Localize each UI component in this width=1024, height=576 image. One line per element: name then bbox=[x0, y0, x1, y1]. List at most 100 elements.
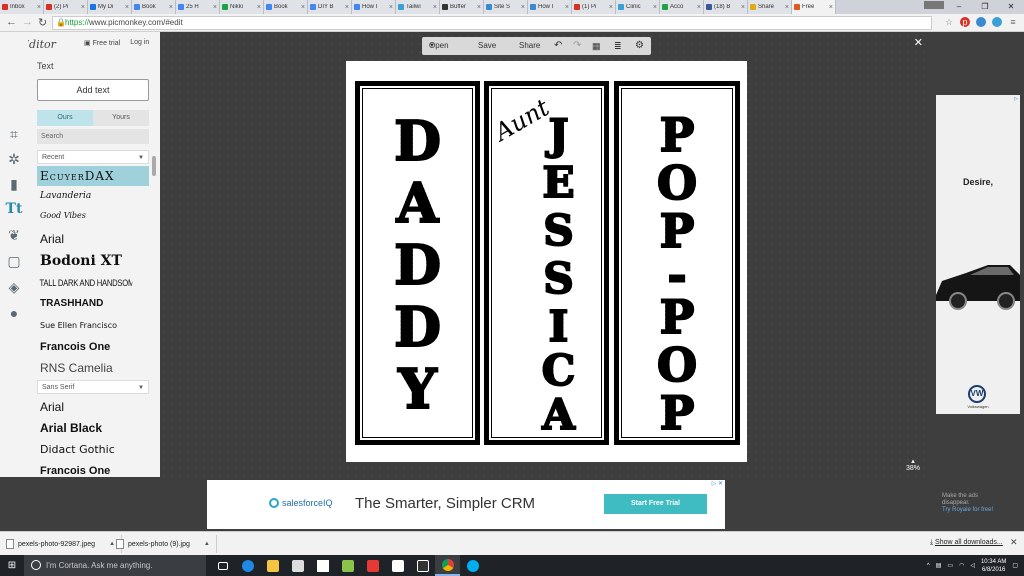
menu-icon[interactable]: ≡ bbox=[1008, 17, 1018, 27]
browser-tab[interactable]: How I × bbox=[528, 0, 572, 14]
chevron-up-icon[interactable]: ▲ bbox=[109, 541, 115, 547]
browser-tab[interactable]: Acco × bbox=[660, 0, 704, 14]
ad-choices-icon[interactable]: ▷ ✕ bbox=[712, 480, 723, 487]
wifi-icon[interactable]: ◠ bbox=[959, 562, 964, 569]
banner-pop-pop[interactable]: P O P - P O P bbox=[614, 81, 740, 445]
tab-close-icon[interactable]: × bbox=[829, 4, 833, 11]
lipstick-icon[interactable]: ▮ bbox=[5, 175, 23, 193]
sans-serif-category-select[interactable]: Sans Serif ▼ bbox=[37, 380, 149, 394]
font-item-ecuyerdax[interactable]: EcuyerDAX bbox=[37, 166, 149, 186]
windows-start-icon[interactable]: ⊞ bbox=[0, 555, 24, 576]
amazon-icon[interactable] bbox=[410, 555, 435, 576]
tab-ours[interactable]: Ours bbox=[37, 110, 93, 126]
font-item-bodoni[interactable]: Bodoni XT bbox=[37, 250, 149, 270]
tab-close-icon[interactable]: × bbox=[521, 4, 525, 11]
apple-icon[interactable]: ● bbox=[5, 304, 23, 322]
maximize-button[interactable]: ❐ bbox=[972, 0, 998, 14]
tab-close-icon[interactable]: × bbox=[741, 4, 745, 11]
tab-close-icon[interactable]: × bbox=[301, 4, 305, 11]
recent-category-select[interactable]: Recent ▼ bbox=[37, 150, 149, 164]
browser-tab[interactable]: Clinic × bbox=[616, 0, 660, 14]
file-explorer-icon[interactable] bbox=[260, 555, 285, 576]
skype-icon[interactable] bbox=[460, 555, 485, 576]
browser-tab[interactable]: Tailwi × bbox=[396, 0, 440, 14]
browser-tab[interactable]: (2) Pi × bbox=[44, 0, 88, 14]
banner-daddy[interactable]: D A D D Y bbox=[355, 81, 480, 445]
font-item-lavanderia[interactable]: Lavanderia bbox=[37, 187, 149, 207]
browser-tab[interactable]: Free × bbox=[792, 0, 836, 14]
browser-tab[interactable]: How I × bbox=[352, 0, 396, 14]
download-item[interactable]: pexels-photo-92987.jpeg ▲ bbox=[6, 535, 123, 553]
clock[interactable]: 10:34 AM 6/8/2016 bbox=[981, 558, 1006, 574]
crop-icon[interactable]: ⌗ bbox=[5, 125, 23, 143]
browser-tab[interactable]: (1) Pi × bbox=[572, 0, 616, 14]
font-item-didact-gothic[interactable]: Didact Gothic bbox=[37, 440, 149, 460]
forward-arrow-icon[interactable]: → bbox=[22, 16, 33, 28]
tab-close-icon[interactable]: × bbox=[81, 4, 85, 11]
show-all-downloads-link[interactable]: ⤓ Show all downloads... bbox=[930, 539, 1003, 547]
tab-close-icon[interactable]: × bbox=[433, 4, 437, 11]
browser-tab[interactable]: Share × bbox=[748, 0, 792, 14]
font-item-arial-black[interactable]: Arial Black bbox=[37, 418, 149, 438]
url-field[interactable]: 🔒 https://www.picmonkey.com/#edit bbox=[52, 16, 932, 30]
task-view-icon[interactable] bbox=[210, 555, 235, 576]
extension-icon[interactable] bbox=[976, 17, 986, 27]
tab-close-icon[interactable]: × bbox=[565, 4, 569, 11]
salesforce-ad[interactable]: ▷ ✕ salesforceIQ The Smarter, Simpler CR… bbox=[207, 480, 725, 529]
banner-jessica[interactable]: Aunt J E S S I C A bbox=[484, 81, 609, 445]
tab-close-icon[interactable]: × bbox=[125, 4, 129, 11]
browser-tab[interactable]: Book × bbox=[264, 0, 308, 14]
browser-tab[interactable]: (18) B × bbox=[704, 0, 748, 14]
redo-icon[interactable]: ↷ bbox=[573, 37, 581, 55]
undo-icon[interactable]: ↶ bbox=[554, 37, 562, 55]
cortana-search-box[interactable]: I'm Cortana. Ask me anything. bbox=[24, 555, 206, 576]
tab-close-icon[interactable]: × bbox=[653, 4, 657, 11]
font-list-scrollbar[interactable] bbox=[151, 152, 157, 472]
pinterest-icon[interactable]: p bbox=[960, 17, 970, 27]
word-icon[interactable] bbox=[335, 555, 360, 576]
tab-close-icon[interactable]: × bbox=[345, 4, 349, 11]
tab-yours[interactable]: Yours bbox=[93, 110, 149, 126]
tab-close-icon[interactable]: × bbox=[697, 4, 701, 11]
volkswagen-ad[interactable]: ▷ Desire, VW Volkswagen bbox=[936, 95, 1020, 414]
start-free-trial-button[interactable]: Start Free Trial bbox=[604, 494, 707, 514]
chrome-icon[interactable] bbox=[435, 555, 460, 576]
texture-icon[interactable]: ◈ bbox=[5, 278, 23, 296]
add-text-button[interactable]: Add text bbox=[37, 79, 149, 101]
tab-close-icon[interactable]: × bbox=[609, 4, 613, 11]
magic-wand-icon[interactable]: ✲ bbox=[5, 150, 23, 168]
network-icon[interactable]: ▤ bbox=[936, 562, 942, 569]
user-badge[interactable] bbox=[924, 1, 944, 9]
font-item-tall-dark[interactable]: Tall Dark and Handsome bbox=[37, 274, 133, 294]
tab-close-icon[interactable]: × bbox=[169, 4, 173, 11]
tab-close-icon[interactable]: × bbox=[37, 4, 41, 11]
ad-choices-icon[interactable]: ▷ bbox=[1014, 96, 1018, 102]
font-item-francois[interactable]: Francois One bbox=[37, 337, 149, 357]
browser-tab[interactable]: DIY B × bbox=[308, 0, 352, 14]
battery-icon[interactable]: ▭ bbox=[947, 562, 953, 569]
edge-icon[interactable] bbox=[235, 555, 260, 576]
font-item-trashhand[interactable]: Trashhand bbox=[37, 295, 149, 315]
font-item-arial[interactable]: Arial bbox=[37, 229, 149, 249]
browser-tab[interactable]: Buffer × bbox=[440, 0, 484, 14]
close-editor-icon[interactable]: ✕ bbox=[914, 36, 923, 49]
image-size-icon[interactable]: ▦ bbox=[592, 37, 601, 55]
browser-tab[interactable]: Site S × bbox=[484, 0, 528, 14]
volume-icon[interactable]: ◁ bbox=[970, 562, 975, 569]
save-button[interactable]: Save bbox=[478, 37, 496, 55]
font-search-input[interactable]: Search bbox=[37, 129, 149, 144]
chevron-up-icon[interactable]: ▲ bbox=[204, 541, 210, 547]
tab-close-icon[interactable]: × bbox=[257, 4, 261, 11]
frame-icon[interactable]: ▢ bbox=[5, 252, 23, 270]
browser-tab[interactable]: Inbox × bbox=[0, 0, 44, 14]
layers-icon[interactable]: ≣ bbox=[614, 37, 622, 55]
tab-close-icon[interactable]: × bbox=[213, 4, 217, 11]
font-item-good-vibes[interactable]: Good Vibes bbox=[37, 207, 149, 227]
butterfly-icon[interactable]: ❦ bbox=[5, 226, 23, 244]
share-button[interactable]: Share bbox=[519, 37, 540, 55]
minimize-button[interactable]: – bbox=[946, 0, 972, 14]
star-icon[interactable]: ☆ bbox=[944, 17, 954, 27]
store-icon[interactable] bbox=[285, 555, 310, 576]
zoom-indicator[interactable]: ▴ 38% bbox=[906, 457, 920, 472]
browser-tab[interactable]: Nikki × bbox=[220, 0, 264, 14]
